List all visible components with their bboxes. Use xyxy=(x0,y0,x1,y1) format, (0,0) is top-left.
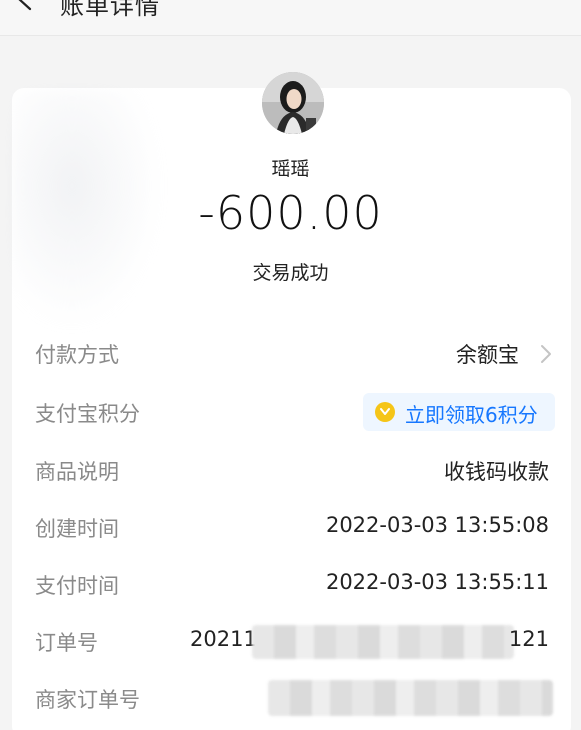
order-number-suffix: 121 xyxy=(508,627,549,651)
avatar-photo xyxy=(262,72,324,134)
transaction-amount: -600.00 xyxy=(198,186,383,240)
coin-icon xyxy=(375,402,395,422)
alipay-points-label: 支付宝积分 xyxy=(35,402,140,426)
payment-method-label: 付款方式 xyxy=(35,343,119,367)
order-number-redaction xyxy=(252,625,514,659)
order-number-label: 订单号 xyxy=(35,631,98,655)
payee-name: 瑶瑶 xyxy=(271,158,310,180)
top-bar: 账单详情 xyxy=(0,0,581,36)
payment-time-value: 2022-03-03 13:55:11 xyxy=(325,570,549,594)
payment-time-label: 支付时间 xyxy=(35,574,119,598)
avatar[interactable] xyxy=(262,72,324,134)
payment-method-value: 余额宝 xyxy=(456,343,519,367)
back-icon[interactable] xyxy=(14,0,40,12)
merchant-order-number-row[interactable]: 商家订单号 xyxy=(0,678,581,718)
payment-time-row: 支付时间 2022-03-03 13:55:11 xyxy=(0,564,581,604)
page-title: 账单详情 xyxy=(60,0,160,20)
merchant-order-number-redaction xyxy=(268,680,553,716)
payment-method-row[interactable]: 付款方式 余额宝 xyxy=(0,333,581,373)
claim-points-button[interactable]: 立即领取6积分 xyxy=(363,393,555,431)
created-time-label: 创建时间 xyxy=(35,517,119,541)
created-time-value: 2022-03-03 13:55:08 xyxy=(325,513,549,537)
chevron-right-icon xyxy=(541,345,551,363)
order-number-prefix: 20211 xyxy=(190,627,257,651)
created-time-row: 创建时间 2022-03-03 13:55:08 xyxy=(0,507,581,547)
alipay-points-row: 支付宝积分 立即领取6积分 xyxy=(0,392,581,432)
product-description-value: 收钱码收款 xyxy=(444,460,549,484)
transaction-status: 交易成功 xyxy=(252,262,329,284)
product-description-row: 商品说明 收钱码收款 xyxy=(0,450,581,490)
product-description-label: 商品说明 xyxy=(35,460,119,484)
claim-points-label: 立即领取6积分 xyxy=(405,403,538,427)
merchant-order-number-label: 商家订单号 xyxy=(35,688,140,712)
order-number-row[interactable]: 订单号 20211 121 xyxy=(0,621,581,661)
